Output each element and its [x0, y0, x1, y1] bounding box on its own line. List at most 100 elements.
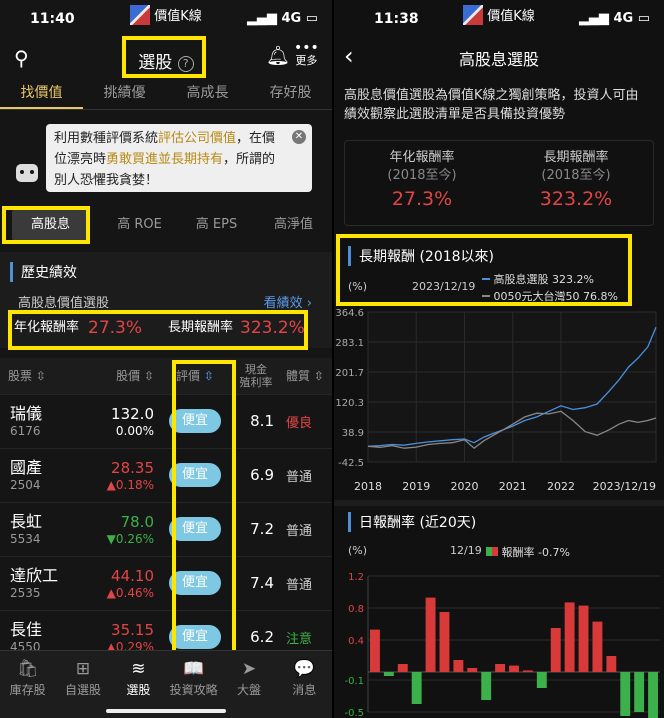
nav-strategy[interactable]: 📖 投資攻略 — [166, 651, 221, 718]
nav-stock-picker[interactable]: ≋ 選股 — [111, 651, 166, 718]
daily-return-bar — [522, 670, 533, 672]
strategy-name: 高股息價值選股 — [18, 296, 110, 311]
daily-return-bar — [620, 672, 631, 716]
home-indicator — [106, 709, 226, 713]
stock-price: 78.0 — [120, 513, 154, 531]
daily-return-bar — [467, 668, 478, 672]
nav-label: 庫存股 — [9, 683, 46, 697]
stock-name-cell[interactable]: 達欣工 2535 — [0, 556, 100, 611]
category-tabs: 找價值 挑績優 高成長 存好股 — [0, 78, 332, 110]
view-performance-link[interactable]: 看績效 › — [264, 292, 312, 311]
daily-chart-title: 日報酬率 (近20天) — [348, 512, 476, 532]
highlight-box-rating — [172, 360, 236, 654]
quality-cell: 優良 — [284, 394, 332, 449]
yield-cell: 7.2 — [228, 502, 284, 557]
status-network: ▂▄▆ 4G ▭ — [246, 11, 318, 26]
high-dividend-detail-screen: 11:38 價值K線 ▂▄▆ 4G ▭ ‹ 高股息選股 高股息價值選股為價值K線… — [334, 0, 664, 718]
nav-bar-right: ‹ 高股息選股 — [334, 40, 664, 78]
tab-high-nav[interactable]: 高淨值 — [255, 210, 332, 240]
summary-card: 年化報酬率 (2018至今) 27.3% 長期報酬率 (2018至今) 323.… — [344, 140, 654, 226]
chat-icon: 💬 — [293, 659, 315, 679]
stock-price-cell: 44.10 ▲0.46% — [100, 556, 162, 611]
stock-name: 達欣工 — [10, 566, 59, 585]
tab-pick-quality[interactable]: 挑績優 — [83, 78, 166, 109]
table-row[interactable]: 瑞儀 6176 132.0 0.00% 便宜 8.1 優良 — [0, 394, 332, 449]
table-row[interactable]: 長虹 5534 78.0 ▼0.26% 便宜 7.2 普通 — [0, 502, 332, 557]
stock-price-cell: 78.0 ▼0.26% — [100, 502, 162, 557]
tip-bubble: 利用數種評價系統評估公司價值，在價位漂亮時勇敢買進並長期持有，所謂的別人恐懼我貪… — [46, 124, 312, 192]
quality-cell: 普通 — [284, 502, 332, 557]
table-row[interactable]: 國產 2504 28.35 ▲0.18% 便宜 6.9 普通 — [0, 448, 332, 503]
nav-news[interactable]: 💬 消息 — [277, 651, 332, 718]
bag-icon: 🛍 — [16, 659, 39, 679]
more-button[interactable]: ••• 更多 — [294, 41, 319, 67]
more-label: 更多 — [295, 54, 318, 67]
daily-return-bar — [634, 672, 645, 712]
daily-return-bar — [370, 629, 380, 672]
stock-name-cell[interactable]: 長虹 5534 — [0, 502, 100, 557]
stock-code: 2535 — [10, 586, 41, 600]
x-tick-label: 2019 — [402, 480, 430, 493]
stock-change: 0.00% — [115, 424, 154, 438]
robot-icon — [16, 164, 38, 182]
nav-watchlist[interactable]: ⊞ 自選股 — [55, 651, 110, 718]
tab-find-value[interactable]: 找價值 — [0, 78, 83, 109]
long-summary-period: (2018至今) — [541, 168, 611, 183]
bottom-nav: 🛍 庫存股 ⊞ 自選股 ≋ 選股 📖 投資攻略 ➤ 大盤 💬 消息 — [0, 650, 332, 718]
table-row[interactable]: 達欣工 2535 44.10 ▲0.46% 便宜 7.4 普通 — [0, 556, 332, 611]
stock-change: ▲0.18% — [106, 478, 154, 492]
nav-market[interactable]: ➤ 大盤 — [221, 651, 276, 718]
daily-return-bar — [481, 672, 492, 700]
stock-change: ▲0.46% — [106, 586, 154, 600]
network-label: 4G — [281, 11, 302, 26]
x-tick-label: 2023/12/19 — [593, 480, 656, 493]
long-return-chart: 364.6 283.1 201.7 120.3 38.9 -42.5 2018 2019 202… — [335, 308, 657, 493]
tab-save-stocks[interactable]: 存好股 — [249, 78, 332, 109]
stock-price-cell: 28.35 ▲0.18% — [100, 448, 162, 503]
daily-return-chart: 1.2 0.8 0.4 -0.1 -0.5 — [344, 572, 660, 718]
y-tick-label: 0.4 — [348, 636, 364, 647]
strategy-intro: 高股息價值選股為價值K線之獨創策略，投資人可由績效觀察此選股清單是否具備投資優勢 — [344, 88, 639, 122]
stock-price-cell: 132.0 0.00% — [100, 394, 162, 449]
annual-summary-value: 27.3% — [391, 188, 453, 210]
daily-chart-unit: (%) — [348, 544, 368, 557]
tab-high-roe[interactable]: 高 ROE — [101, 210, 178, 240]
daily-return-bar — [495, 664, 506, 672]
stock-name-cell[interactable]: 國產 2504 — [0, 448, 100, 503]
stock-code: 5534 — [10, 532, 41, 546]
header-price[interactable]: 股價 ⇳ — [100, 358, 162, 395]
highlight-box-performance — [8, 310, 308, 350]
header-quality[interactable]: 體質 ⇳ — [284, 358, 332, 395]
close-icon[interactable]: ✕ — [292, 130, 306, 144]
highlight-box-chart-header — [336, 234, 632, 306]
stock-picker-screen: 11:40 價值K線 ▂▄▆ 4G ▭ ⚲ 選股 ? 🔔︎ ••• 更多 找價值 … — [0, 0, 332, 718]
table-header: 股票 ⇳ 股價 ⇳ 評價 ⇳ 現金 殖利率 體質 ⇳ — [0, 358, 332, 395]
stock-price: 28.35 — [111, 459, 154, 477]
nav-inventory[interactable]: 🛍 庫存股 — [0, 651, 55, 718]
nav-label: 自選股 — [64, 683, 101, 697]
stock-name-cell[interactable]: 瑞儀 6176 — [0, 394, 100, 449]
arrow-icon: ➤ — [241, 659, 257, 679]
tip-text-1: 利用數種評價系統 — [54, 131, 159, 146]
status-bar-right: 11:38 價值K線 ▂▄▆ 4G ▭ — [334, 0, 664, 40]
tab-high-growth[interactable]: 高成長 — [166, 78, 249, 109]
y-tick-label: 0.8 — [348, 604, 364, 615]
status-network-right: ▂▄▆ 4G ▭ — [578, 11, 650, 26]
bell-icon[interactable]: 🔔︎ — [266, 44, 290, 67]
app-name-text: 價值K線 — [154, 9, 202, 24]
x-tick-label: 2018 — [354, 480, 382, 493]
daily-return-bar — [411, 672, 422, 704]
tab-high-eps[interactable]: 高 EPS — [178, 210, 255, 240]
daily-return-bar — [648, 672, 658, 718]
app-name-text-right: 價值K線 — [487, 9, 535, 24]
y-tick-label: 283.1 — [335, 338, 364, 349]
stock-name: 瑞儀 — [10, 404, 43, 423]
header-stock[interactable]: 股票 ⇳ — [0, 358, 100, 395]
app-logo-icon-right — [463, 5, 484, 25]
daily-return-bar — [550, 628, 561, 672]
daily-return-bar — [564, 602, 575, 672]
status-bar: 11:40 價值K線 ▂▄▆ 4G ▭ — [0, 0, 332, 40]
daily-return-bar — [606, 656, 617, 672]
header-yield[interactable]: 現金 殖利率 — [228, 358, 284, 395]
y-tick-label: 201.7 — [335, 368, 364, 379]
